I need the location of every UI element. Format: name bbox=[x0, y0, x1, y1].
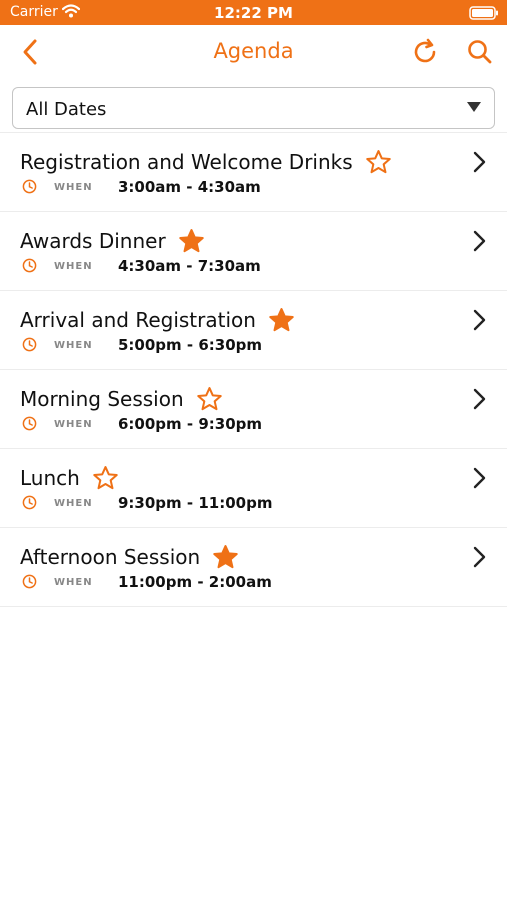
chevron-right-icon bbox=[473, 388, 486, 410]
clock-icon bbox=[22, 416, 37, 431]
clock-icon bbox=[22, 179, 37, 194]
favorite-star-filled-icon[interactable] bbox=[178, 228, 205, 255]
clock-icon bbox=[22, 495, 37, 510]
agenda-item-title: Morning Session bbox=[20, 387, 184, 411]
agenda-item-title: Arrival and Registration bbox=[20, 308, 256, 332]
date-filter-select[interactable]: All Dates bbox=[12, 87, 495, 129]
clock-icon bbox=[22, 337, 37, 352]
agenda-list: Registration and Welcome Drinks WHEN 3:0… bbox=[0, 132, 507, 607]
star-shape bbox=[213, 544, 238, 568]
when-time: 11:00pm - 2:00am bbox=[118, 573, 272, 591]
when-label: WHEN bbox=[54, 261, 93, 272]
when-label: WHEN bbox=[54, 577, 93, 588]
star-shape bbox=[93, 465, 118, 489]
agenda-item-title-row: Morning Session bbox=[20, 384, 223, 414]
date-filter-value: All Dates bbox=[26, 99, 107, 120]
when-time: 9:30pm - 11:00pm bbox=[118, 494, 273, 512]
agenda-item-title-row: Arrival and Registration bbox=[20, 305, 295, 335]
agenda-item[interactable]: Awards Dinner WHEN 4:30am - 7:30am bbox=[0, 212, 507, 291]
clock-icon bbox=[22, 574, 37, 589]
status-bar: Carrier 12:22 PM bbox=[0, 0, 507, 25]
dropdown-arrow-icon bbox=[467, 102, 481, 112]
favorite-star-outline-icon[interactable] bbox=[92, 465, 119, 492]
status-time: 12:22 PM bbox=[214, 4, 293, 22]
star-shape bbox=[365, 149, 391, 173]
agenda-item-title-row: Lunch bbox=[20, 463, 119, 493]
agenda-item[interactable]: Registration and Welcome Drinks WHEN 3:0… bbox=[0, 133, 507, 212]
when-time: 3:00am - 4:30am bbox=[118, 178, 261, 196]
search-button[interactable] bbox=[465, 37, 495, 67]
agenda-item[interactable]: Arrival and Registration WHEN 5:00pm - 6… bbox=[0, 291, 507, 370]
agenda-item[interactable]: Afternoon Session WHEN 11:00pm - 2:00am bbox=[0, 528, 507, 607]
when-label: WHEN bbox=[54, 340, 93, 351]
star-shape bbox=[178, 228, 204, 252]
favorite-star-outline-icon[interactable] bbox=[365, 149, 392, 176]
agenda-item-title-row: Awards Dinner bbox=[20, 226, 205, 256]
navigation-bar: Agenda bbox=[0, 25, 507, 81]
agenda-item[interactable]: Morning Session WHEN 6:00pm - 9:30pm bbox=[0, 370, 507, 449]
chevron-right-icon bbox=[473, 467, 486, 489]
when-label: WHEN bbox=[54, 182, 93, 193]
chevron-right-icon bbox=[473, 151, 486, 173]
star-shape bbox=[269, 307, 294, 331]
chevron-right-icon bbox=[473, 309, 486, 331]
favorite-star-outline-icon[interactable] bbox=[196, 386, 223, 413]
agenda-item-title-row: Registration and Welcome Drinks bbox=[20, 147, 392, 177]
when-time: 6:00pm - 9:30pm bbox=[118, 415, 263, 433]
star-shape bbox=[196, 386, 222, 410]
agenda-item-title: Registration and Welcome Drinks bbox=[20, 150, 353, 174]
chevron-right-icon bbox=[473, 230, 486, 252]
clock-icon bbox=[22, 258, 37, 273]
when-label: WHEN bbox=[54, 498, 93, 509]
agenda-item-title: Lunch bbox=[20, 466, 80, 490]
agenda-item[interactable]: Lunch WHEN 9:30pm - 11:00pm bbox=[0, 449, 507, 528]
battery-icon bbox=[469, 6, 498, 20]
agenda-item-title: Afternoon Session bbox=[20, 545, 201, 569]
agenda-item-title-row: Afternoon Session bbox=[20, 542, 239, 572]
agenda-item-title: Awards Dinner bbox=[20, 229, 166, 253]
refresh-button[interactable] bbox=[410, 37, 440, 67]
favorite-star-filled-icon[interactable] bbox=[268, 307, 295, 334]
favorite-star-filled-icon[interactable] bbox=[212, 544, 239, 571]
when-time: 4:30am - 7:30am bbox=[118, 257, 261, 275]
chevron-right-icon bbox=[473, 546, 486, 568]
when-label: WHEN bbox=[54, 419, 93, 430]
when-time: 5:00pm - 6:30pm bbox=[118, 336, 263, 354]
